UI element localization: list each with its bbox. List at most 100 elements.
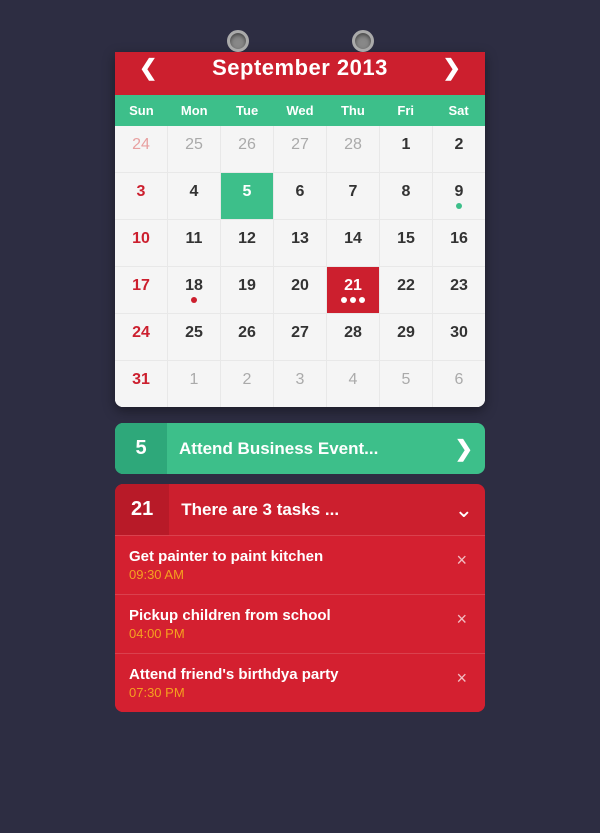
cell-day-number: 4 [349, 371, 358, 389]
calendar-widget: ❮ September 2013 ❯ SunMonTueWedThuFriSat… [115, 30, 485, 712]
cal-cell-w0d5[interactable]: 1 [380, 126, 432, 172]
cal-cell-w3d4[interactable]: 21 [327, 267, 379, 313]
cell-day-number: 13 [291, 230, 309, 248]
task-item-2[interactable]: Attend friend's birthdya party07:30 PM× [115, 653, 485, 712]
cal-cell-w5d1[interactable]: 1 [168, 361, 220, 407]
task-close-button-0[interactable]: × [452, 550, 471, 571]
cal-cell-w2d3[interactable]: 13 [274, 220, 326, 266]
cell-day-number: 7 [349, 183, 358, 201]
cell-day-number: 3 [296, 371, 305, 389]
task-close-button-2[interactable]: × [452, 668, 471, 689]
cell-day-number: 20 [291, 277, 309, 295]
cal-cell-w2d0[interactable]: 10 [115, 220, 167, 266]
cal-cell-w3d5[interactable]: 22 [380, 267, 432, 313]
ring-left [227, 30, 249, 52]
cell-day-number: 5 [243, 183, 252, 201]
cell-day-number: 28 [344, 324, 362, 342]
teal-event-bar[interactable]: 5 Attend Business Event... ❯ [115, 423, 485, 474]
cell-day-number: 16 [450, 230, 468, 248]
prev-month-button[interactable]: ❮ [131, 53, 165, 83]
task-name-1: Pickup children from school [129, 607, 452, 624]
cell-day-number: 17 [132, 277, 150, 295]
cal-cell-w1d4[interactable]: 7 [327, 173, 379, 219]
cal-cell-w3d1[interactable]: 18 [168, 267, 220, 313]
cal-cell-w4d0[interactable]: 24 [115, 314, 167, 360]
cell-day-number: 27 [291, 136, 309, 154]
day-header-fri: Fri [379, 95, 432, 126]
cell-day-number: 6 [455, 371, 464, 389]
cal-cell-w5d3[interactable]: 3 [274, 361, 326, 407]
cell-day-number: 14 [344, 230, 362, 248]
cell-day-number: 21 [344, 277, 362, 295]
day-header-tue: Tue [221, 95, 274, 126]
cal-cell-w4d6[interactable]: 30 [433, 314, 485, 360]
cal-cell-w1d5[interactable]: 8 [380, 173, 432, 219]
cal-cell-w5d6[interactable]: 6 [433, 361, 485, 407]
task-close-button-1[interactable]: × [452, 609, 471, 630]
cal-cell-w3d2[interactable]: 19 [221, 267, 273, 313]
day-header-wed: Wed [274, 95, 327, 126]
cal-cell-w2d2[interactable]: 12 [221, 220, 273, 266]
cal-cell-w5d5[interactable]: 5 [380, 361, 432, 407]
cell-day-number: 4 [190, 183, 199, 201]
month-title: September 2013 [212, 55, 388, 81]
cell-dot [456, 203, 462, 209]
cal-cell-w4d1[interactable]: 25 [168, 314, 220, 360]
cell-day-number: 8 [402, 183, 411, 201]
cal-cell-w3d6[interactable]: 23 [433, 267, 485, 313]
cell-day-number: 6 [296, 183, 305, 201]
cell-dots [341, 297, 365, 303]
cal-cell-w1d6[interactable]: 9 [433, 173, 485, 219]
cal-cell-w2d1[interactable]: 11 [168, 220, 220, 266]
cell-day-number: 10 [132, 230, 150, 248]
task-name-0: Get painter to paint kitchen [129, 548, 452, 565]
cal-cell-w3d3[interactable]: 20 [274, 267, 326, 313]
cal-cell-w5d4[interactable]: 4 [327, 361, 379, 407]
cal-cell-w3d0[interactable]: 17 [115, 267, 167, 313]
task-content-0: Get painter to paint kitchen09:30 AM [129, 548, 452, 582]
cal-cell-w1d2[interactable]: 5 [221, 173, 273, 219]
day-header-mon: Mon [168, 95, 221, 126]
teal-event-chevron: ❯ [443, 436, 485, 462]
cell-day-number: 11 [186, 230, 203, 248]
calendar-body: ❮ September 2013 ❯ SunMonTueWedThuFriSat… [115, 52, 485, 407]
next-month-button[interactable]: ❯ [435, 53, 469, 83]
cal-cell-w2d5[interactable]: 15 [380, 220, 432, 266]
task-content-1: Pickup children from school04:00 PM [129, 607, 452, 641]
cal-cell-w0d6[interactable]: 2 [433, 126, 485, 172]
cell-day-number: 1 [190, 371, 199, 389]
cell-day-number: 31 [132, 371, 150, 389]
cal-cell-w1d1[interactable]: 4 [168, 173, 220, 219]
cell-day-number: 9 [455, 183, 464, 201]
cal-cell-w5d0[interactable]: 31 [115, 361, 167, 407]
cell-day-number: 1 [402, 136, 411, 154]
cal-cell-w0d2[interactable]: 26 [221, 126, 273, 172]
cal-cell-w1d0[interactable]: 3 [115, 173, 167, 219]
binder-rings [115, 30, 485, 52]
cal-cell-w1d3[interactable]: 6 [274, 173, 326, 219]
cal-cell-w2d4[interactable]: 14 [327, 220, 379, 266]
task-item-0[interactable]: Get painter to paint kitchen09:30 AM× [115, 535, 485, 594]
cell-day-number: 15 [397, 230, 415, 248]
cell-day-number: 26 [238, 324, 256, 342]
tasks-chevron: ⌄ [443, 497, 485, 523]
calendar-header: ❮ September 2013 ❯ [115, 52, 485, 95]
task-list: Get painter to paint kitchen09:30 AM×Pic… [115, 535, 485, 712]
cal-cell-w4d5[interactable]: 29 [380, 314, 432, 360]
cal-cell-w4d2[interactable]: 26 [221, 314, 273, 360]
task-name-2: Attend friend's birthdya party [129, 666, 452, 683]
cal-cell-w4d3[interactable]: 27 [274, 314, 326, 360]
cell-day-number: 26 [238, 136, 256, 154]
cal-cell-w0d3[interactable]: 27 [274, 126, 326, 172]
cal-cell-w0d0[interactable]: 24 [115, 126, 167, 172]
cell-day-number: 24 [132, 324, 150, 342]
cal-cell-w0d1[interactable]: 25 [168, 126, 220, 172]
cal-cell-w2d6[interactable]: 16 [433, 220, 485, 266]
cal-cell-w5d2[interactable]: 2 [221, 361, 273, 407]
tasks-header[interactable]: 21 There are 3 tasks ... ⌄ [115, 484, 485, 535]
tasks-day: 21 [115, 484, 169, 535]
cal-cell-w0d4[interactable]: 28 [327, 126, 379, 172]
cal-cell-w4d4[interactable]: 28 [327, 314, 379, 360]
task-item-1[interactable]: Pickup children from school04:00 PM× [115, 594, 485, 653]
cell-day-number: 28 [344, 136, 362, 154]
